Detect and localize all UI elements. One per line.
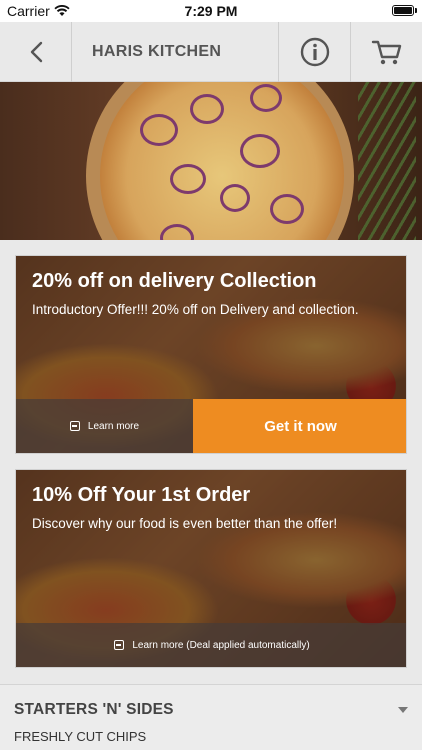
battery-icon <box>392 5 414 16</box>
hero-image <box>0 82 422 240</box>
offer-card-first-order[interactable]: 10% Off Your 1st Order Discover why our … <box>15 469 407 668</box>
document-icon <box>114 640 125 650</box>
header-bar: HARIS KITCHEN <box>0 21 422 82</box>
menu-item[interactable]: FRESHLY CUT CHIPS <box>14 729 146 744</box>
page-title: HARIS KITCHEN <box>92 42 222 60</box>
info-icon <box>300 37 329 66</box>
get-it-now-button[interactable]: Get it now <box>193 399 406 453</box>
learn-more-button[interactable]: Learn more <box>16 399 193 453</box>
learn-more-label: Learn more (Deal applied automatically) <box>132 639 310 651</box>
chevron-left-icon <box>30 41 42 62</box>
status-bar: Carrier 7:29 PM <box>0 0 422 22</box>
learn-more-label: Learn more <box>87 420 140 432</box>
pizza-image <box>100 82 344 240</box>
offer-title: 20% off on delivery Collection <box>32 270 317 292</box>
offer-description: Introductory Offer!!! 20% off on Deliver… <box>32 302 359 317</box>
chevron-down-icon[interactable] <box>398 707 408 713</box>
learn-more-button[interactable]: Learn more (Deal applied automatically) <box>16 623 406 667</box>
offer-description: Discover why our food is even better tha… <box>32 516 338 531</box>
cart-icon <box>371 40 401 64</box>
offer-title: 10% Off Your 1st Order <box>32 484 251 506</box>
category-title: STARTERS 'N' SIDES <box>14 701 174 718</box>
cart-button[interactable] <box>350 21 422 82</box>
offer-card-delivery[interactable]: 20% off on delivery Collection Introduct… <box>15 255 407 454</box>
offer-actions: Learn more (Deal applied automatically) <box>16 613 406 667</box>
back-button[interactable] <box>0 21 72 82</box>
status-time: 7:29 PM <box>184 3 238 19</box>
info-button[interactable] <box>278 21 350 82</box>
menu-category-starters[interactable]: STARTERS 'N' SIDES FRESHLY CUT CHIPS <box>0 684 422 750</box>
rosemary-sprig <box>358 82 416 240</box>
offer-actions: Learn more Get it now <box>16 399 406 453</box>
document-icon <box>69 421 80 431</box>
battery-cap <box>415 8 417 13</box>
